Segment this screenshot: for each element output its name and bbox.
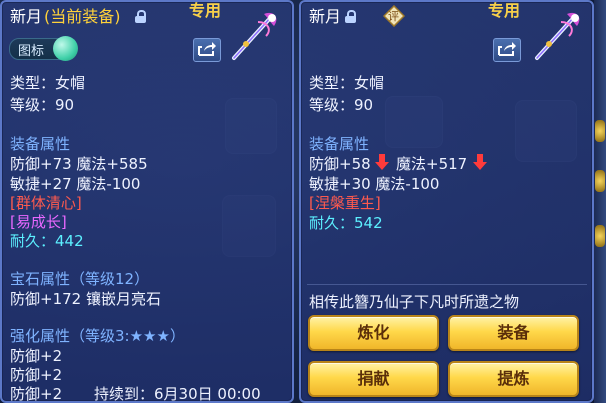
share-icon[interactable] <box>193 38 221 62</box>
hairpin-weapon-icon <box>535 12 580 60</box>
appraise-seal-char: 评 <box>388 10 399 23</box>
refine-button-label: 炼化 <box>357 323 390 342</box>
attribute-line: 敏捷+27 魔法-100 <box>10 175 141 193</box>
durability: 耐久：542 <box>309 214 383 232</box>
enhance-line: 防御+2 <box>10 347 63 365</box>
gem-attribute: 防御+172 镶嵌月亮石 <box>10 290 161 308</box>
icon-toggle[interactable]: 图标 <box>9 36 78 61</box>
donate-button[interactable]: 捐献 <box>308 361 439 397</box>
icon-toggle-label: 图标 <box>18 44 45 59</box>
donate-button-label: 捐献 <box>357 369 390 388</box>
extract-button[interactable]: 提炼 <box>448 361 579 397</box>
lock-icon <box>135 10 146 23</box>
enhance-heading: 强化属性（等级3:★★★） <box>10 327 185 345</box>
attribute-line: 敏捷+30 魔法-100 <box>309 175 440 193</box>
inventory-item-icon[interactable] <box>595 170 605 192</box>
inventory-item-icon[interactable] <box>595 225 605 247</box>
item-type: 类型：女帽 <box>10 74 86 92</box>
special-trait: [易成长] <box>10 213 67 231</box>
current-equipment-tooltip: 新月 (当前装备) 专用 图标 类型：女帽 等级：90 装备属性 防御+73 魔… <box>0 0 294 403</box>
item-level: 等级：90 <box>309 96 374 114</box>
exclusive-label: 专用 <box>189 1 222 20</box>
item-level: 等级：90 <box>10 96 75 114</box>
item-name: 新月 <box>10 7 43 26</box>
attribute-defense: 防御+58 <box>309 155 371 173</box>
lock-icon <box>345 10 356 23</box>
share-icon[interactable] <box>493 38 521 62</box>
attribute-line: 防御+73 魔法+585 <box>10 155 148 173</box>
equip-button[interactable]: 装备 <box>448 315 579 351</box>
divider <box>307 284 587 285</box>
exclusive-label: 专用 <box>488 1 521 20</box>
item-description: 相传此簪乃仙子下凡时所遗之物 <box>309 293 520 311</box>
arrow-down-icon <box>473 154 487 170</box>
item-name: 新月 <box>309 7 342 26</box>
enhance-line: 防御+2 <box>10 385 63 403</box>
side-inventory-strip <box>594 0 606 403</box>
item-type: 类型：女帽 <box>309 74 385 92</box>
equipped-tag: (当前装备) <box>44 7 121 26</box>
attribute-magic: 魔法+517 <box>396 155 468 173</box>
special-skill: [群体清心] <box>10 194 82 212</box>
special-skill: [涅槃重生] <box>309 194 381 212</box>
arrow-down-icon <box>375 154 389 170</box>
gem-heading: 宝石属性（等级12） <box>10 270 150 288</box>
equip-button-label: 装备 <box>497 323 530 342</box>
refine-button[interactable]: 炼化 <box>308 315 439 351</box>
durability: 耐久：442 <box>10 232 84 250</box>
attributes-heading: 装备属性 <box>309 135 370 153</box>
inventory-item-icon[interactable] <box>595 120 605 142</box>
attributes-heading: 装备属性 <box>10 135 71 153</box>
hairpin-weapon-icon <box>232 12 277 60</box>
compare-equipment-tooltip: 新月 评 专用 类型：女帽 等级：90 装备属性 防御+58 魔法+517 敏捷… <box>299 0 594 403</box>
enhance-line: 防御+2 <box>10 366 63 384</box>
toggle-knob <box>53 36 78 61</box>
enhance-duration: 持续到：6月30日 00:00 <box>94 385 261 403</box>
extract-button-label: 提炼 <box>497 369 530 388</box>
